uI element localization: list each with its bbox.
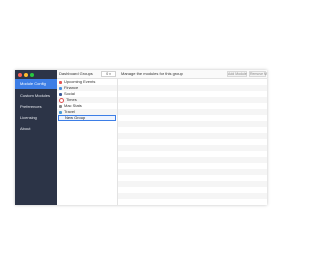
sidebar-item-preferences[interactable]: Preferences: [15, 102, 57, 112]
finance-icon: [59, 86, 62, 90]
stats-icon: [59, 104, 62, 108]
group-count-stepper[interactable]: 0 ▾: [101, 71, 116, 77]
clock-icon: [59, 97, 64, 103]
sidebar-item-module-config[interactable]: Module Config: [15, 79, 57, 89]
modules-area: [118, 79, 267, 205]
social-icon: [59, 92, 62, 96]
calendar-icon: [59, 80, 62, 84]
panel-header: Dashboard Groups 0 ▾ Manage the modules …: [57, 70, 267, 79]
dashboard-groups-label: Dashboard Groups: [59, 71, 93, 76]
new-group-field[interactable]: New Group: [58, 115, 116, 121]
minimize-window-button[interactable]: [24, 73, 28, 77]
app-window: Module Config Custom Modules Preferences…: [15, 70, 267, 205]
main-panel: Dashboard Groups 0 ▾ Manage the modules …: [57, 70, 267, 205]
close-window-button[interactable]: [18, 73, 22, 77]
sidebar-item-custom-modules[interactable]: Custom Modules: [15, 91, 57, 101]
manage-modules-text: Manage the modules for this group: [121, 71, 183, 76]
group-count-value: 0: [106, 72, 109, 76]
add-module-button[interactable]: Add Module: [227, 71, 247, 77]
group-list: Upcoming Events Finance Social Times Mac…: [57, 79, 118, 205]
remove-module-button[interactable]: Remove Module: [249, 71, 267, 77]
window-controls: [18, 73, 34, 77]
zoom-window-button[interactable]: [30, 73, 34, 77]
chevron-down-icon: ▾: [109, 72, 111, 76]
sidebar-item-about[interactable]: About: [15, 124, 57, 134]
sidebar-item-licensing[interactable]: Licensing: [15, 113, 57, 123]
travel-icon: [59, 110, 62, 114]
sidebar: Module Config Custom Modules Preferences…: [15, 70, 57, 205]
